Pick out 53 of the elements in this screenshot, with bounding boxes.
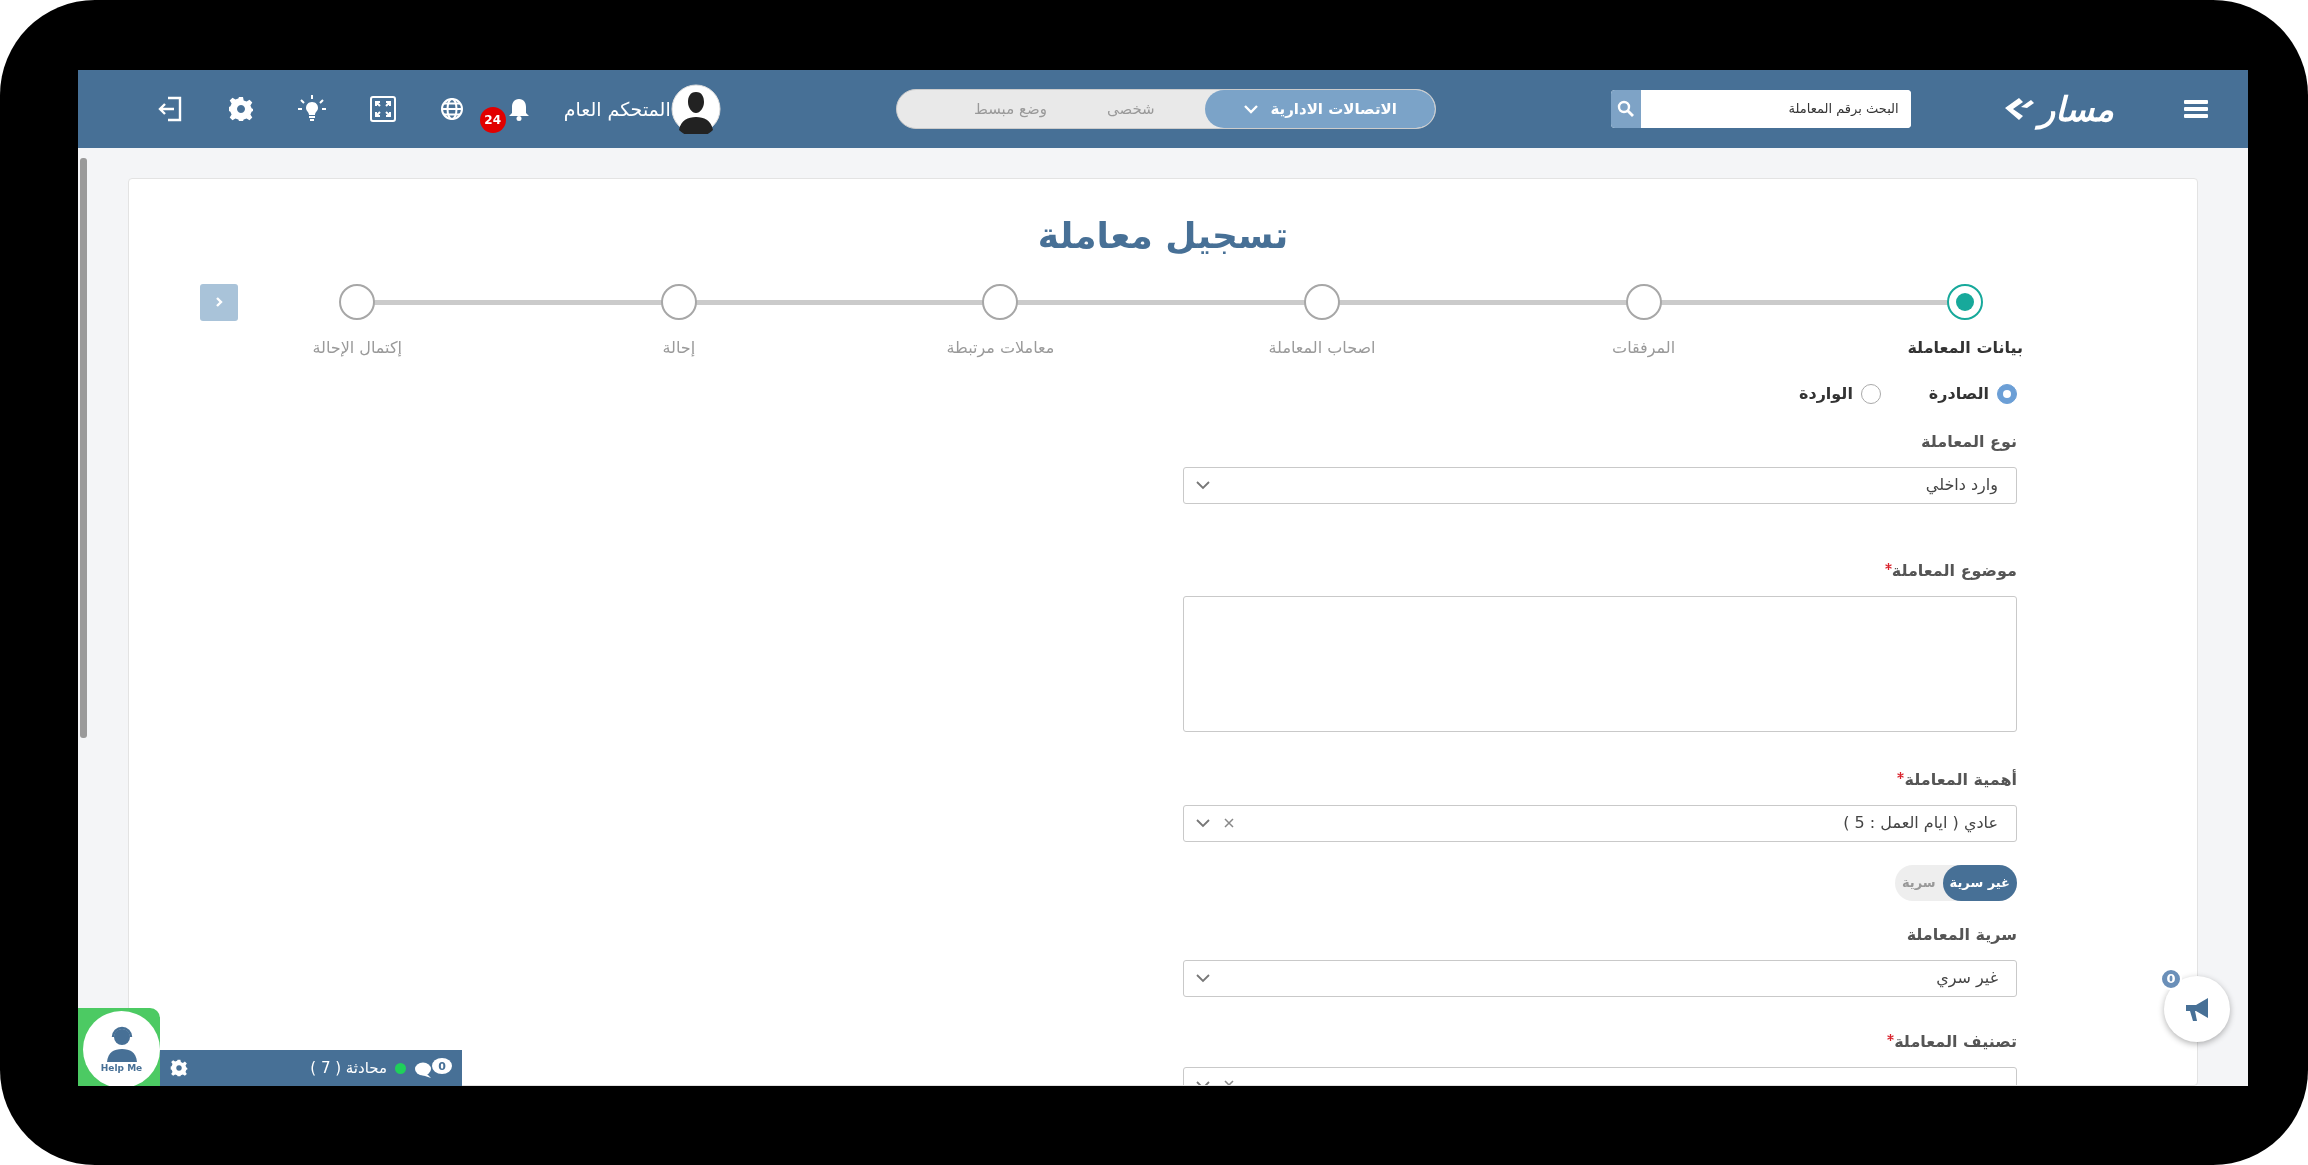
announcements-button[interactable] [2164,976,2230,1042]
settings-icon[interactable] [227,96,254,122]
scrollbar[interactable] [80,158,87,738]
search-icon [1616,100,1635,118]
step-label: إكتمال الإحالة [312,336,402,359]
clear-icon[interactable] [1224,818,1234,829]
help-button[interactable]: Help Me [83,1011,160,1086]
select-field[interactable]: عادي ( ايام العمل : 5 ) [1183,804,2017,842]
step-marker[interactable] [1625,283,1662,320]
page-title: تسجيل معاملة [1036,214,1290,258]
required-icon [1884,562,1892,570]
bell-icon[interactable] [507,97,530,121]
step-marker[interactable] [1947,283,1984,320]
required-icon [1897,771,1905,779]
lightbulb-icon[interactable] [297,95,326,123]
step-marker[interactable] [982,283,1019,320]
step-label: بيانات المعاملة [1907,336,2023,359]
step-label: اصحاب المعاملة [1268,336,1376,359]
chevron-left-icon [214,296,224,309]
notification-badge: 24 [479,107,506,133]
chat-count: 0 [432,1058,452,1074]
fullscreen-icon[interactable] [369,96,396,122]
settings-icon[interactable] [170,1059,188,1077]
chevron-down-icon [1196,973,1210,983]
step-label: معاملات مرتبطة [946,336,1055,360]
field-label: أهمية المعاملة [1183,767,2017,792]
mode-tab[interactable]: الاتصالات الادارية [1204,90,1435,128]
step-label: إحالة [662,336,696,359]
field-label: سرية المعاملة [1905,923,2017,946]
field-label: نوع المعاملة [1920,430,2017,453]
step-marker[interactable] [660,283,697,320]
logout-icon[interactable] [157,96,184,122]
step-label: المرفقات [1612,336,1676,360]
select-field[interactable]: وارد داخلي [1183,466,2017,504]
menu-icon[interactable] [2184,98,2208,120]
field-label: موضوع المعاملة [1183,558,2017,583]
field-label: تصنيف المعاملة [1183,1029,2017,1054]
step-marker[interactable] [339,283,376,320]
avatar-icon[interactable] [670,84,721,134]
select-field[interactable]: غير سري [1183,959,2017,997]
search-button[interactable] [1610,90,1641,128]
search-field[interactable]: البحث برقم المعاملة [1610,90,1911,128]
toggle-option[interactable]: غير سرية [1942,864,2017,901]
chat-label: محادثة ( 7 ) [310,1057,387,1079]
radio-option[interactable]: الصادرة [1928,381,2017,406]
globe-icon[interactable] [439,97,464,121]
required-icon [1887,1033,1895,1041]
chevron-down-icon [1196,818,1210,828]
user-name[interactable]: المتحكم العام [563,94,671,124]
chevron-down-icon [1242,104,1259,114]
radio-option[interactable]: الواردة [1799,381,1881,406]
chevron-down-icon [1196,480,1210,490]
step-marker[interactable] [1304,283,1340,320]
